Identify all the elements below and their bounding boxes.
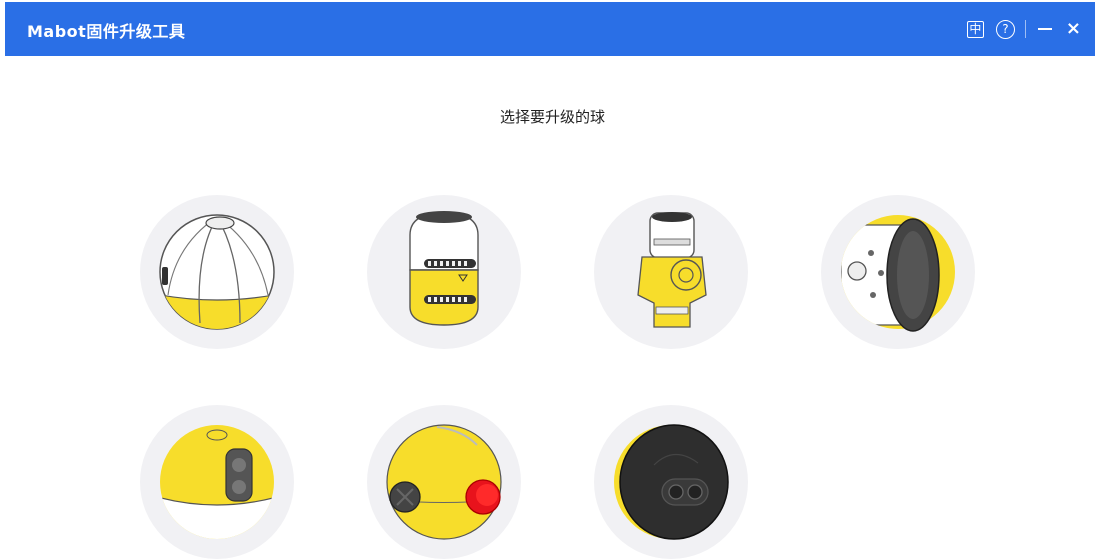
infrared-sensor-ball[interactable] — [594, 405, 748, 559]
color-sensor-ball[interactable] — [140, 405, 294, 559]
wheel-ball-icon — [841, 215, 955, 332]
infrared-sensor-icon — [614, 424, 729, 540]
controls-divider — [1024, 20, 1026, 38]
title-bar: Mabot固件升级工具 中 ? × — [5, 2, 1095, 56]
controller-ball-icon — [159, 214, 275, 330]
drive-wheel-ball[interactable] — [821, 195, 975, 349]
page-heading: 选择要升级的球 — [499, 108, 605, 126]
minimize-button[interactable] — [1037, 28, 1052, 30]
close-button[interactable]: × — [1066, 20, 1081, 38]
battery-ball[interactable] — [367, 195, 521, 349]
touch-sensor-icon — [386, 424, 502, 540]
help-button[interactable]: ? — [995, 19, 1015, 39]
color-sensor-icon — [160, 425, 274, 539]
touch-sensor-ball[interactable] — [367, 405, 521, 559]
battery-ball-icon — [409, 211, 479, 326]
window-controls: 中 ? × — [966, 16, 1081, 42]
servo-ball[interactable] — [594, 195, 748, 349]
servo-ball-icon — [637, 212, 707, 328]
app-title: Mabot固件升级工具 — [27, 22, 186, 41]
main-controller-ball[interactable] — [140, 195, 294, 349]
language-button[interactable]: 中 — [966, 20, 984, 38]
